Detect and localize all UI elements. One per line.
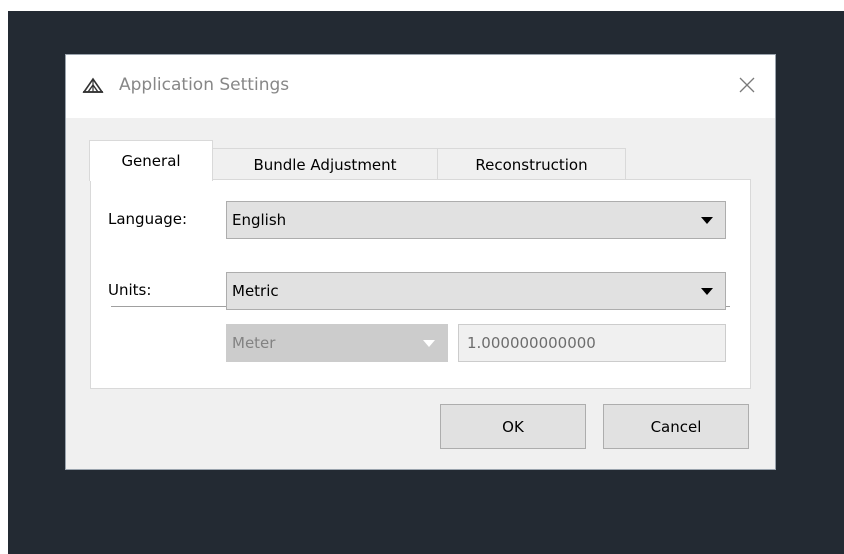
settings-dialog: Application Settings General Bundle Adju… bbox=[65, 54, 776, 470]
cancel-button[interactable]: Cancel bbox=[603, 404, 749, 449]
dialog-title: Application Settings bbox=[119, 75, 290, 95]
chevron-down-icon bbox=[701, 288, 713, 295]
units-value: Metric bbox=[232, 282, 279, 300]
unit-select[interactable]: Meter bbox=[226, 324, 448, 362]
tab-reconstruction[interactable]: Reconstruction bbox=[437, 148, 626, 180]
general-tab-panel: Language: English Units: Metric Meter 1.… bbox=[90, 179, 751, 389]
language-select[interactable]: English bbox=[226, 201, 726, 239]
tab-label: Reconstruction bbox=[475, 155, 588, 174]
cancel-button-label: Cancel bbox=[650, 417, 702, 436]
ok-button[interactable]: OK bbox=[440, 404, 586, 449]
tab-label: General bbox=[121, 152, 181, 170]
tab-label: Bundle Adjustment bbox=[253, 155, 397, 174]
title-bar[interactable]: Application Settings bbox=[66, 55, 775, 118]
language-label: Language: bbox=[108, 210, 188, 228]
chevron-down-icon bbox=[423, 340, 435, 347]
language-value: English bbox=[232, 211, 287, 229]
units-select[interactable]: Metric bbox=[226, 272, 726, 310]
units-label: Units: bbox=[108, 281, 152, 299]
app-icon bbox=[82, 76, 104, 94]
ok-button-label: OK bbox=[502, 417, 524, 436]
unit-value: Meter bbox=[232, 334, 276, 352]
scale-field[interactable]: 1.000000000000 bbox=[458, 324, 726, 362]
scale-value: 1.000000000000 bbox=[467, 334, 596, 352]
close-icon bbox=[739, 77, 755, 93]
chevron-down-icon bbox=[701, 217, 713, 224]
close-button[interactable] bbox=[733, 71, 761, 99]
tab-bundle-adjustment[interactable]: Bundle Adjustment bbox=[212, 148, 438, 180]
tab-general[interactable]: General bbox=[89, 140, 213, 181]
